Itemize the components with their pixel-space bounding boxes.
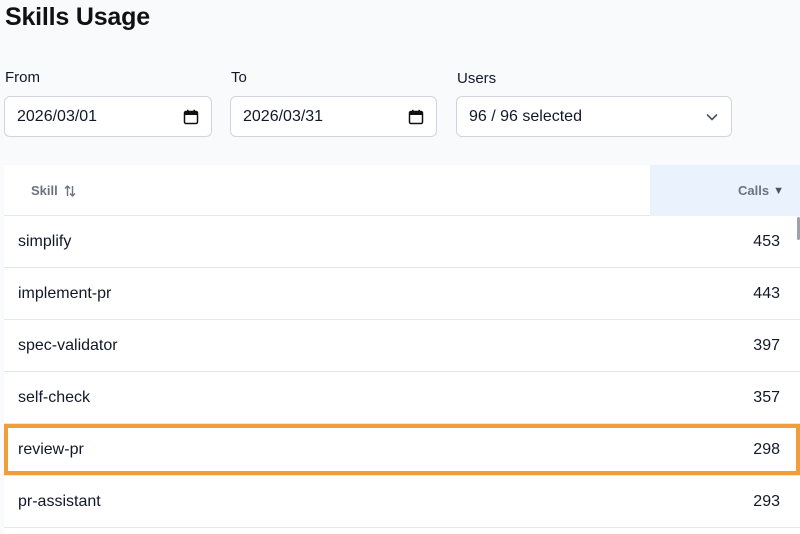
calls-count: 453 [753,232,780,250]
table-row[interactable]: simplify 453 [4,216,800,268]
column-header-calls[interactable]: Calls ▼ [650,165,800,216]
calls-count: 397 [753,336,780,354]
skill-name: spec-validator [18,336,118,354]
column-header-skill[interactable]: Skill [31,165,77,216]
skill-name: implement-pr [18,284,112,302]
skills-table: Skill Calls ▼ simplify 453 implement-pr … [4,165,800,534]
to-date-input[interactable]: 2026/03/31 [230,96,437,137]
to-label: To [231,69,247,86]
to-date-value: 2026/03/31 [243,107,324,125]
users-label: Users [457,70,497,87]
skill-name: simplify [18,232,72,250]
users-select-value: 96 / 96 selected [469,107,582,125]
sort-arrows-icon [63,184,77,198]
calls-count: 293 [753,492,780,510]
column-header-calls-label: Calls [738,183,770,198]
table-row[interactable]: self-check 357 [4,372,800,424]
page-title: Skills Usage [5,3,150,31]
table-row[interactable]: implement-pr 443 [4,268,800,320]
skill-name: review-pr [18,440,84,458]
calls-count: 443 [753,284,780,302]
table-header: Skill Calls ▼ [4,165,800,216]
column-header-skill-label: Skill [31,183,58,198]
from-date-input[interactable]: 2026/03/01 [4,96,212,137]
from-date-value: 2026/03/01 [17,107,98,125]
skills-usage-page: Skills Usage From 2026/03/01 To 2026/03/… [0,0,800,534]
calls-count: 298 [753,440,780,458]
table-row-highlighted[interactable]: review-pr 298 [4,424,800,476]
calendar-icon[interactable] [408,109,424,125]
users-select[interactable]: 96 / 96 selected [456,96,732,137]
table-row[interactable]: spec-validator 397 [4,320,800,372]
from-label: From [5,69,40,86]
skill-name: pr-assistant [18,492,101,510]
calendar-icon[interactable] [183,109,199,125]
chevron-down-icon [705,110,719,124]
calls-count: 357 [753,388,780,406]
table-row[interactable]: pr-assistant 293 [4,476,800,528]
sort-desc-icon: ▼ [773,184,784,197]
skill-name: self-check [18,388,91,406]
